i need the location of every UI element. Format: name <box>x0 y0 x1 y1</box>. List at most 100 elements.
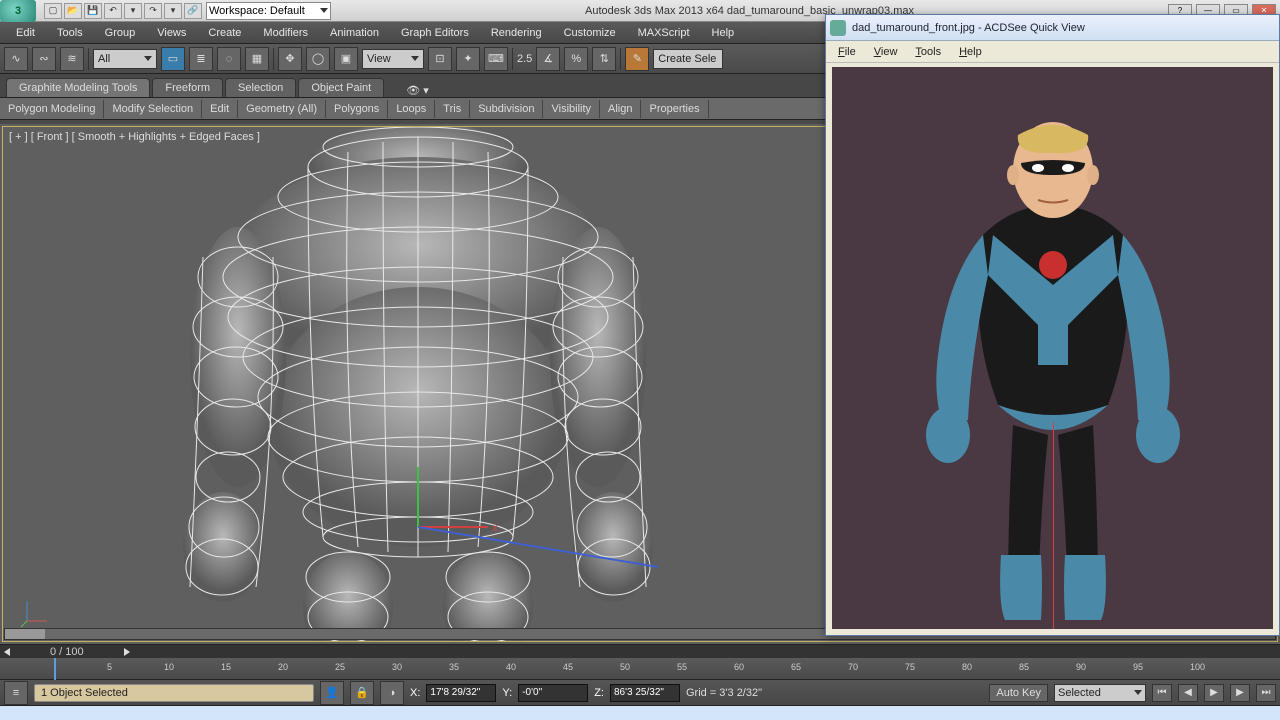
y-coord-input[interactable]: -0'0" <box>518 684 588 702</box>
move-tool-icon[interactable]: ✥ <box>278 47 302 71</box>
redo-icon[interactable]: ↷ <box>144 3 162 19</box>
tick-95: 95 <box>1133 662 1143 672</box>
spinner-snap-icon[interactable]: ⇅ <box>592 47 616 71</box>
acdsee-titlebar[interactable]: dad_tumaround_front.jpg - ACDSee Quick V… <box>826 15 1279 41</box>
pivot-icon[interactable]: ⊡ <box>428 47 452 71</box>
play-icon[interactable]: ▶ <box>1204 684 1224 702</box>
autokey-button[interactable]: Auto Key <box>989 684 1048 702</box>
ribbon-btn-tris[interactable]: Tris <box>435 100 470 118</box>
menu-modifiers[interactable]: Modifiers <box>253 25 318 41</box>
acd-menu-tools[interactable]: Tools <box>907 44 949 60</box>
redo-drop-icon[interactable]: ▾ <box>164 3 182 19</box>
undo-icon[interactable]: ↶ <box>104 3 122 19</box>
prev-frame-icon[interactable]: ◀ <box>1178 684 1198 702</box>
selection-filter[interactable]: All <box>93 49 157 69</box>
mesh-object[interactable]: x <box>148 127 688 642</box>
time-slider[interactable]: 0 / 100 <box>0 644 1280 658</box>
menu-create[interactable]: Create <box>198 25 251 41</box>
menu-rendering[interactable]: Rendering <box>481 25 552 41</box>
isolate-icon[interactable]: ◑ <box>380 681 404 705</box>
undo-drop-icon[interactable]: ▾ <box>124 3 142 19</box>
time-marker[interactable] <box>54 658 56 680</box>
lock-icon[interactable]: 👤 <box>320 681 344 705</box>
select-region-icon[interactable]: ◌ <box>217 47 241 71</box>
menu-customize[interactable]: Customize <box>554 25 626 41</box>
acdsee-image-view[interactable] <box>832 67 1273 629</box>
ribbon-btn-subdivision[interactable]: Subdivision <box>470 100 543 118</box>
unlink-tool-icon[interactable]: ∾ <box>32 47 56 71</box>
tick-10: 10 <box>164 662 174 672</box>
acd-menu-file[interactable]: File <box>830 44 864 60</box>
menu-graph-editors[interactable]: Graph Editors <box>391 25 479 41</box>
tick-45: 45 <box>563 662 573 672</box>
window-crossing-icon[interactable]: ▦ <box>245 47 269 71</box>
ribbon-tab-freeform[interactable]: Freeform <box>152 78 223 97</box>
workspace-select[interactable]: Workspace: Default <box>206 2 331 20</box>
tick-15: 15 <box>221 662 231 672</box>
bind-icon[interactable]: ≋ <box>60 47 84 71</box>
ribbon-btn-geometry--all-[interactable]: Geometry (All) <box>238 100 326 118</box>
x-coord-input[interactable]: 17'8 29/32" <box>426 684 496 702</box>
ribbon-tab-object-paint[interactable]: Object Paint <box>298 78 384 97</box>
snap-percent-icon[interactable]: % <box>564 47 588 71</box>
acdsee-title: dad_tumaround_front.jpg - ACDSee Quick V… <box>852 22 1085 34</box>
goto-end-icon[interactable]: ⏭ <box>1256 684 1276 702</box>
rotate-tool-icon[interactable]: ◯ <box>306 47 330 71</box>
select-name-icon[interactable]: ≣ <box>189 47 213 71</box>
menu-edit[interactable]: Edit <box>6 25 45 41</box>
keyboard-icon[interactable]: ⌨ <box>484 47 508 71</box>
y-label: Y: <box>502 687 512 699</box>
snap-value: 2.5 <box>517 53 532 65</box>
manip-icon[interactable]: ✦ <box>456 47 480 71</box>
snap-angle-icon[interactable]: ∡ <box>536 47 560 71</box>
x-label: X: <box>410 687 420 699</box>
ribbon-btn-polygons[interactable]: Polygons <box>326 100 388 118</box>
acdsee-window[interactable]: dad_tumaround_front.jpg - ACDSee Quick V… <box>825 14 1280 636</box>
link-tool-icon[interactable]: ∿ <box>4 47 28 71</box>
edit-selection-icon[interactable]: ✎ <box>625 47 649 71</box>
ribbon-tab-selection[interactable]: Selection <box>225 78 296 97</box>
time-prev-icon[interactable] <box>4 648 10 656</box>
new-icon[interactable]: ▢ <box>44 3 62 19</box>
ribbon-btn-visibility[interactable]: Visibility <box>543 100 600 118</box>
menu-group[interactable]: Group <box>95 25 146 41</box>
next-frame-icon[interactable]: ▶ <box>1230 684 1250 702</box>
ribbon-show-icon[interactable]: 👁 ▾ <box>406 84 429 97</box>
app-logo-icon[interactable]: 3 <box>0 0 36 22</box>
save-icon[interactable]: 💾 <box>84 3 102 19</box>
menu-tools[interactable]: Tools <box>47 25 93 41</box>
selection-status: 1 Object Selected <box>34 684 314 702</box>
ref-coord-select[interactable]: View <box>362 49 424 69</box>
ribbon-btn-modify-selection[interactable]: Modify Selection <box>104 100 202 118</box>
ribbon-btn-align[interactable]: Align <box>600 100 641 118</box>
selection-lock-icon[interactable]: 🔒 <box>350 681 374 705</box>
goto-start-icon[interactable]: ⏮ <box>1152 684 1172 702</box>
ribbon-btn-loops[interactable]: Loops <box>388 100 435 118</box>
create-sel-label: Create Sele <box>658 53 716 65</box>
ribbon-btn-polygon-modeling[interactable]: Polygon Modeling <box>0 100 104 118</box>
time-ruler[interactable]: 5101520253035404550556065707580859095100 <box>0 658 1280 680</box>
key-filter-select[interactable]: Selected <box>1054 684 1146 702</box>
menu-maxscript[interactable]: MAXScript <box>628 25 700 41</box>
menu-help[interactable]: Help <box>702 25 745 41</box>
acdsee-app-icon <box>830 20 846 36</box>
ribbon-btn-edit[interactable]: Edit <box>202 100 238 118</box>
z-coord-input[interactable]: 86'3 25/32" <box>610 684 680 702</box>
link-icon[interactable]: 🔗 <box>184 3 202 19</box>
named-selection[interactable]: Create Sele <box>653 49 723 69</box>
script-listener-icon[interactable]: ≡ <box>4 681 28 705</box>
workspace-label: Workspace: Default <box>209 5 305 17</box>
open-icon[interactable]: 📂 <box>64 3 82 19</box>
acd-menu-view[interactable]: View <box>866 44 906 60</box>
key-filter-value: Selected <box>1058 687 1101 699</box>
ribbon-tab-graphite-modeling-tools[interactable]: Graphite Modeling Tools <box>6 78 150 97</box>
menu-animation[interactable]: Animation <box>320 25 389 41</box>
time-next-icon[interactable] <box>124 648 130 656</box>
tick-90: 90 <box>1076 662 1086 672</box>
acd-menu-help[interactable]: Help <box>951 44 990 60</box>
select-tool-icon[interactable]: ▭ <box>161 47 185 71</box>
scale-tool-icon[interactable]: ▣ <box>334 47 358 71</box>
ribbon-btn-properties[interactable]: Properties <box>641 100 708 118</box>
menu-views[interactable]: Views <box>147 25 196 41</box>
tick-80: 80 <box>962 662 972 672</box>
